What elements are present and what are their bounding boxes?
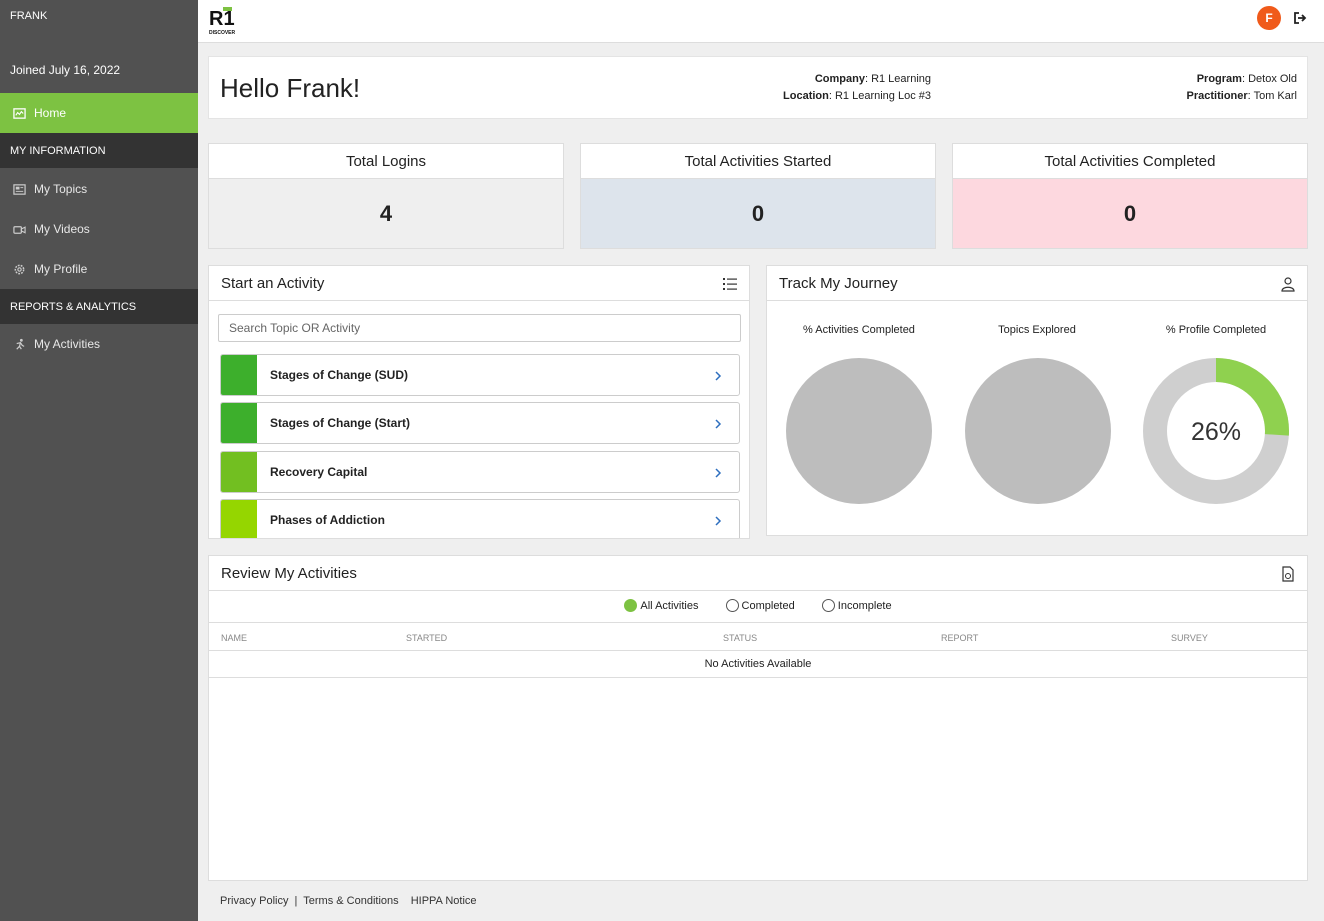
radio-selected-icon [624,599,638,612]
sidebar-item-profile[interactable]: My Profile [0,249,198,289]
stat-value: 0 [581,179,935,248]
stat-title: Total Activities Started [581,144,935,179]
sidebar-item-home[interactable]: Home [0,93,198,133]
chart-label: Topics Explored [998,324,1076,336]
empty-pie [965,358,1111,504]
activity-item[interactable]: Stages of Change (SUD) [220,354,740,396]
program-value: Detox Old [1248,73,1297,85]
start-activity-panel: Start an Activity Stages of Change (SUD)… [208,265,750,539]
joined-date: Joined July 16, 2022 [10,63,121,77]
page-title: Hello Frank! [220,73,361,103]
footer: Privacy Policy | Terms & Conditions HIPP… [220,895,477,907]
sidebar: FRANK Joined July 16, 2022 Home MY INFOR… [0,0,198,921]
program-info: Program: Detox Old Practitioner: Tom Kar… [1186,73,1297,102]
topics-explored-chart [965,358,1111,504]
chart-label: % Profile Completed [1165,324,1267,336]
stat-total-logins: Total Logins 4 [208,143,564,249]
activity-label: Recovery Capital [270,465,368,479]
list-icon[interactable] [722,276,738,292]
logout-icon[interactable] [1293,11,1307,25]
privacy-link[interactable]: Privacy Policy [220,895,288,907]
activity-color-bar [221,355,257,395]
panel-title: Review My Activities [221,565,357,582]
stat-title: Total Activities Completed [953,144,1307,179]
column-header[interactable]: REPORT [941,633,978,643]
panel-title: Track My Journey [779,275,898,292]
video-camera-icon [13,225,26,234]
activity-item[interactable]: Phases of Addiction [220,499,740,538]
profile-completed-chart: 26% [1143,358,1289,504]
chevron-right-icon [715,371,722,381]
svg-text:DISCOVER: DISCOVER [209,30,236,36]
section-my-information: MY INFORMATION [0,133,198,168]
activity-color-bar [221,403,257,443]
filter-incomplete[interactable]: Incomplete [821,599,892,612]
stat-title: Total Logins [209,144,563,179]
terms-link[interactable]: Terms & Conditions [303,895,398,907]
chart-label: % Activities Completed [803,324,915,336]
sidebar-item-label: My Videos [34,222,90,236]
sidebar-item-videos[interactable]: My Videos [0,209,198,249]
export-file-icon[interactable] [1280,566,1296,582]
activity-label: Stages of Change (Start) [270,416,411,430]
topics-icon [13,183,26,195]
stat-activities-completed: Total Activities Completed 0 [952,143,1308,249]
filter-all-activities[interactable]: All Activities [624,599,698,612]
practitioner-value: Tom Karl [1253,90,1297,102]
activity-label: Phases of Addiction [270,513,385,527]
user-icon[interactable] [1280,276,1296,292]
section-reports-analytics: REPORTS & ANALYTICS [0,289,198,324]
table-header: NAME STARTED STATUS REPORT SURVEY [209,622,1307,651]
column-header[interactable]: STATUS [723,633,757,643]
sidebar-item-label: My Topics [34,182,88,196]
hippa-link[interactable]: HIPPA Notice [411,895,477,907]
activity-color-bar [221,500,257,538]
user-name: FRANK [10,10,48,22]
location-value: R1 Learning Loc #3 [834,90,931,102]
radio-icon [821,599,835,612]
review-activities-panel: Review My Activities All Activities Comp… [208,555,1308,881]
activity-item[interactable]: Recovery Capital [220,451,740,493]
r1-discover-logo[interactable]: R1 DISCOVER [209,5,237,36]
svg-text:R1: R1 [209,8,235,30]
sidebar-item-activities[interactable]: My Activities [0,324,198,364]
sidebar-item-label: My Activities [34,337,101,351]
top-bar: R1 DISCOVER F [198,0,1324,43]
empty-pie [786,358,932,504]
radio-icon [725,599,739,612]
gear-icon [14,264,25,274]
percent-label: 26% [1191,418,1241,446]
chevron-right-icon [715,516,722,526]
filter-completed[interactable]: Completed [725,599,795,612]
running-person-icon [16,338,25,350]
column-header[interactable]: NAME [221,633,247,643]
chevron-right-icon [715,468,722,478]
activity-filters: All Activities Completed Incomplete [209,599,1307,615]
activity-label: Stages of Change (SUD) [270,368,409,382]
column-header[interactable]: STARTED [406,633,447,643]
avatar[interactable]: F [1257,6,1281,30]
empty-state: No Activities Available [209,651,1307,678]
activity-item[interactable]: Stages of Change (Start) [220,402,740,444]
sidebar-item-label: My Profile [34,262,88,276]
search-input[interactable] [218,314,741,342]
stat-activities-started: Total Activities Started 0 [580,143,936,249]
activities-completed-chart [786,358,932,504]
column-header[interactable]: SURVEY [1171,633,1208,643]
company-info: Company: R1 Learning Location: R1 Learni… [783,73,931,102]
panel-title: Start an Activity [221,275,325,292]
chevron-right-icon [715,419,722,429]
sidebar-item-label: Home [34,106,67,120]
welcome-card: Hello Frank! Company: R1 Learning Locati… [208,56,1308,119]
activity-color-bar [221,452,257,492]
track-journey-panel: Track My Journey % Activities Completed … [766,265,1308,536]
company-value: R1 Learning [871,73,931,85]
sidebar-item-topics[interactable]: My Topics [0,169,198,209]
stat-value: 0 [953,179,1307,248]
separator: | [294,895,298,907]
dashboard-icon [13,107,26,119]
stat-value: 4 [209,179,563,248]
